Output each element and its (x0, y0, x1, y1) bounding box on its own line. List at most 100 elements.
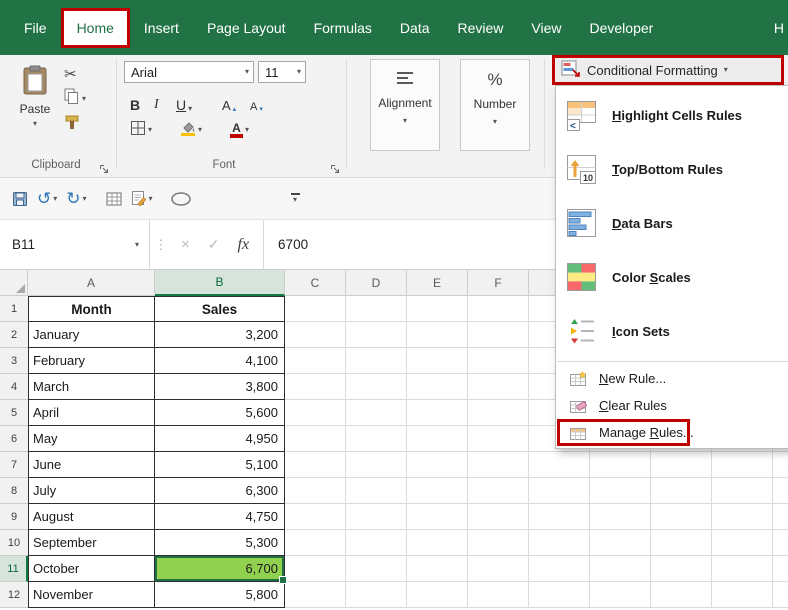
cell-b10[interactable]: 5,300 (155, 530, 285, 556)
tab-view[interactable]: View (517, 0, 575, 55)
empty-cells[interactable] (285, 452, 788, 478)
tab-data[interactable]: Data (386, 0, 444, 55)
tab-file[interactable]: File (10, 0, 61, 55)
row-header-8[interactable]: 8 (0, 478, 28, 504)
tab-page-layout[interactable]: Page Layout (193, 0, 300, 55)
formula-bar-input[interactable]: 6700 (264, 237, 308, 252)
fill-handle[interactable] (279, 576, 287, 584)
number-group-button[interactable]: % Number ▾ (460, 59, 530, 151)
tab-help-clipped[interactable]: H (760, 0, 788, 55)
row-header-7[interactable]: 7 (0, 452, 28, 478)
tab-developer[interactable]: Developer (576, 0, 668, 55)
cell-a1[interactable]: Month (28, 296, 155, 322)
cell-a6[interactable]: May (28, 426, 155, 452)
cell-b7[interactable]: 5,100 (155, 452, 285, 478)
fill-color-button[interactable]: ▾ (180, 119, 202, 141)
row-header-2[interactable]: 2 (0, 322, 28, 348)
cell-a4[interactable]: March (28, 374, 155, 400)
undo-dropdown-icon[interactable]: ▾ (53, 195, 57, 203)
conditional-formatting-button[interactable]: Conditional Formatting ▾ (552, 55, 784, 85)
row-header-10[interactable]: 10 (0, 530, 28, 556)
underline-button[interactable]: U▾ (176, 91, 192, 113)
cell-b4[interactable]: 3,800 (155, 374, 285, 400)
name-box[interactable]: B11 ▾ (0, 220, 150, 269)
column-header-d[interactable]: D (346, 270, 407, 296)
menu-item-top-bottom-rules[interactable]: 10 Top/Bottom Rules (556, 142, 788, 196)
italic-button[interactable]: I (154, 91, 159, 113)
cell-a8[interactable]: July (28, 478, 155, 504)
save-button[interactable] (12, 191, 28, 207)
cell-a11[interactable]: October (28, 556, 155, 582)
clipboard-dialog-launcher[interactable] (99, 161, 111, 173)
cell-a9[interactable]: August (28, 504, 155, 530)
enter-button[interactable]: ✓ (208, 236, 220, 253)
tab-insert[interactable]: Insert (130, 0, 193, 55)
menu-item-icon-sets[interactable]: Icon Sets (556, 304, 788, 358)
cell-b8[interactable]: 6,300 (155, 478, 285, 504)
borders-button[interactable]: ▾ (130, 119, 152, 141)
row-header-9[interactable]: 9 (0, 504, 28, 530)
cell-b9[interactable]: 4,750 (155, 504, 285, 530)
cell-a3[interactable]: February (28, 348, 155, 374)
cell-a2[interactable]: January (28, 322, 155, 348)
menu-item-new-rule[interactable]: New Rule... (556, 365, 788, 392)
font-size-combo[interactable]: 11 ▾ (258, 61, 306, 83)
format-painter-button[interactable] (64, 113, 80, 135)
menu-item-manage-rules[interactable]: Manage Rules... (556, 419, 788, 446)
cell-b12[interactable]: 5,800 (155, 582, 285, 608)
cell-b11-selected[interactable]: 6,700 (155, 556, 285, 582)
row-header-12[interactable]: 12 (0, 582, 28, 608)
name-box-dropdown-icon[interactable]: ▾ (135, 241, 139, 249)
cell-a12[interactable]: November (28, 582, 155, 608)
cancel-button[interactable]: × (181, 236, 190, 253)
insert-function-button[interactable]: fx (238, 236, 250, 254)
oval-shape-button[interactable] (170, 191, 192, 207)
redo-dropdown-icon[interactable]: ▾ (83, 195, 87, 203)
cell-a7[interactable]: June (28, 452, 155, 478)
redo-button[interactable]: ↻▾ (66, 190, 86, 207)
customize-qat-button[interactable]: ▾ (291, 193, 300, 204)
empty-cells[interactable] (285, 556, 788, 582)
shrink-font-button[interactable]: A▾ (250, 91, 263, 113)
empty-cells[interactable] (285, 582, 788, 608)
row-header-6[interactable]: 6 (0, 426, 28, 452)
column-header-b[interactable]: B (155, 270, 285, 296)
row-header-11[interactable]: 11 (0, 556, 28, 582)
column-header-a[interactable]: A (28, 270, 155, 296)
select-all-corner[interactable] (0, 270, 28, 296)
empty-cells[interactable] (285, 478, 788, 504)
column-header-e[interactable]: E (407, 270, 468, 296)
copy-button[interactable]: ▾ (64, 88, 86, 110)
undo-button[interactable]: ↺▾ (37, 190, 57, 207)
font-name-combo[interactable]: Arial ▾ (124, 61, 254, 83)
cell-a10[interactable]: September (28, 530, 155, 556)
cell-a5[interactable]: April (28, 400, 155, 426)
column-header-c[interactable]: C (285, 270, 346, 296)
row-header-5[interactable]: 5 (0, 400, 28, 426)
cut-button[interactable]: ✂ (64, 63, 77, 85)
column-header-f[interactable]: F (468, 270, 529, 296)
empty-cells[interactable] (285, 530, 788, 556)
row-header-3[interactable]: 3 (0, 348, 28, 374)
row-header-1[interactable]: 1 (0, 296, 28, 322)
edit-document-dropdown-icon[interactable]: ▾ (149, 195, 153, 203)
cell-b6[interactable]: 4,950 (155, 426, 285, 452)
menu-item-data-bars[interactable]: Data Bars (556, 196, 788, 250)
cell-b3[interactable]: 4,100 (155, 348, 285, 374)
row-header-4[interactable]: 4 (0, 374, 28, 400)
cell-b5[interactable]: 5,600 (155, 400, 285, 426)
formula-bar-splitter[interactable]: ⋮ (150, 237, 172, 253)
table-grid-button[interactable] (106, 192, 122, 206)
empty-cells[interactable] (285, 504, 788, 530)
cell-b2[interactable]: 3,200 (155, 322, 285, 348)
menu-item-highlight-cells-rules[interactable]: < Highlight Cells Rules (556, 88, 788, 142)
alignment-group-button[interactable]: Alignment ▾ (370, 59, 440, 151)
edit-document-button[interactable]: ▾ (131, 190, 153, 207)
tab-review[interactable]: Review (444, 0, 518, 55)
paste-button[interactable]: Paste ▾ (12, 59, 58, 155)
font-color-button[interactable]: A ▾ (230, 119, 249, 141)
grow-font-button[interactable]: A▴ (222, 91, 236, 113)
menu-item-color-scales[interactable]: Color Scales (556, 250, 788, 304)
bold-button[interactable]: B (130, 91, 140, 113)
tab-home[interactable]: Home (61, 8, 130, 48)
